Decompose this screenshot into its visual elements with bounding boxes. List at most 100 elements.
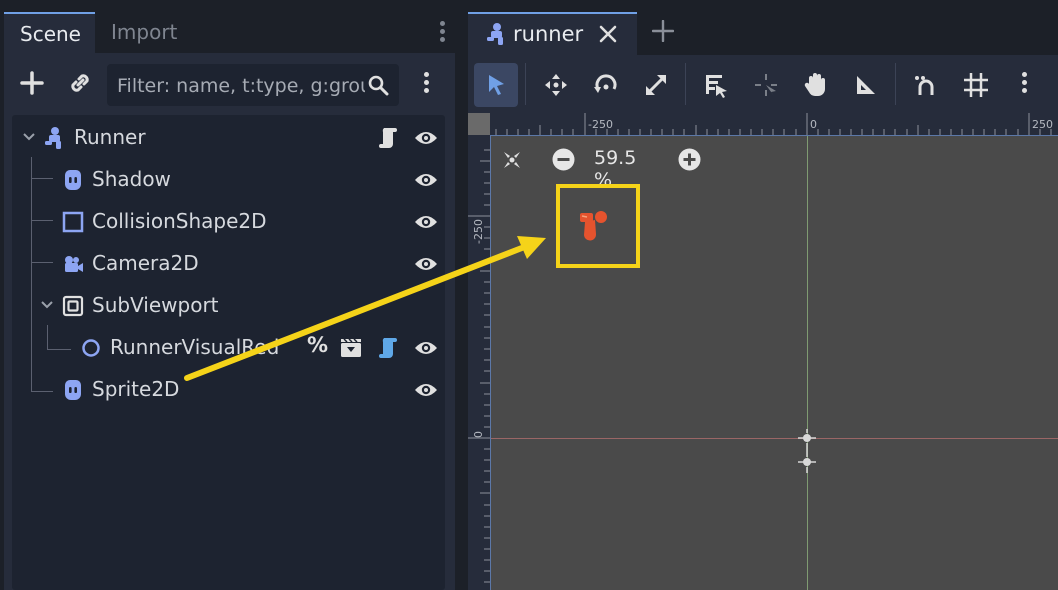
eye-icon[interactable] bbox=[414, 337, 438, 359]
chevron-down-icon[interactable] bbox=[22, 132, 36, 142]
move-tool-button[interactable] bbox=[534, 63, 578, 107]
ruler-ticks bbox=[468, 149, 490, 583]
ruler-tool-button[interactable] bbox=[844, 63, 888, 107]
eye-icon[interactable] bbox=[414, 211, 438, 233]
scale-tool-button[interactable] bbox=[634, 63, 678, 107]
scene-tree: Runner Shadow CollisionShape2D Camera2D … bbox=[12, 115, 445, 590]
toolbar-separator bbox=[895, 63, 896, 105]
ruler-corner bbox=[468, 113, 490, 135]
rotate-icon bbox=[594, 74, 617, 93]
character-body-icon bbox=[45, 127, 61, 149]
dock-tab-bar: Scene Import bbox=[0, 0, 462, 53]
canvas-viewport[interactable]: -250 0 250 -250 0 59.5 % bbox=[468, 113, 1058, 590]
new-scene-tab-button[interactable] bbox=[652, 20, 674, 42]
toolbar-separator bbox=[685, 63, 686, 105]
list-select-button[interactable] bbox=[694, 63, 738, 107]
list-select-icon bbox=[706, 75, 727, 98]
node-label: Sprite2D bbox=[92, 377, 180, 401]
smart-snap-button[interactable] bbox=[904, 63, 948, 107]
ruler-label: 250 bbox=[1032, 118, 1053, 131]
instance-child-scene-button[interactable] bbox=[64, 67, 96, 99]
eye-icon[interactable] bbox=[414, 127, 438, 149]
viewport-edge bbox=[490, 135, 491, 590]
zoom-in-icon[interactable] bbox=[678, 148, 701, 171]
plus-icon bbox=[20, 71, 44, 95]
character-body-icon bbox=[487, 23, 503, 45]
scene-menu-icon[interactable] bbox=[418, 69, 434, 101]
scene-panel: Runner Shadow bbox=[4, 53, 455, 590]
instance-icon[interactable] bbox=[339, 337, 363, 359]
eye-icon[interactable] bbox=[414, 253, 438, 275]
add-node-button[interactable] bbox=[16, 67, 48, 99]
eye-icon[interactable] bbox=[414, 169, 438, 191]
tree-row-camera2d[interactable]: Camera2D bbox=[12, 243, 445, 285]
sprite-icon bbox=[65, 380, 81, 400]
viewport-edge bbox=[490, 135, 1058, 136]
tab-scene[interactable]: Scene bbox=[4, 12, 95, 53]
tree-row-shadow[interactable]: Shadow bbox=[12, 159, 445, 201]
tab-import[interactable]: Import bbox=[95, 12, 193, 53]
highlight-box bbox=[556, 184, 640, 268]
ruler-left: -250 0 bbox=[468, 113, 490, 590]
tree-row-sprite2d[interactable]: Sprite2D bbox=[12, 369, 445, 411]
scale-icon bbox=[646, 75, 666, 95]
tree-row-runner[interactable]: Runner bbox=[12, 117, 445, 159]
toolbar-separator bbox=[525, 63, 526, 105]
center-view-icon[interactable] bbox=[500, 148, 524, 172]
sprite-icon bbox=[65, 170, 81, 190]
move-icon bbox=[545, 74, 567, 96]
collision-shape-icon bbox=[62, 211, 84, 233]
node-label: Camera2D bbox=[92, 251, 199, 275]
node3d-icon bbox=[82, 339, 100, 357]
select-tool-button[interactable] bbox=[474, 63, 518, 107]
origin-gizmo[interactable] bbox=[794, 429, 820, 473]
y-axis-line bbox=[807, 135, 808, 590]
grid-snap-button[interactable] bbox=[954, 63, 998, 107]
search-icon bbox=[368, 75, 389, 96]
close-icon[interactable] bbox=[598, 24, 618, 44]
hand-icon bbox=[804, 73, 825, 96]
ruler-label: -250 bbox=[588, 118, 613, 131]
scene-toolbar bbox=[4, 53, 455, 111]
tree-row-collisionshape2d[interactable]: CollisionShape2D bbox=[12, 201, 445, 243]
rotate-tool-button[interactable] bbox=[584, 63, 628, 107]
chevron-down-icon[interactable] bbox=[40, 300, 54, 310]
subviewport-icon bbox=[62, 295, 84, 317]
eye-icon[interactable] bbox=[414, 379, 438, 401]
magnet-icon bbox=[915, 76, 934, 95]
ruler-label: -250 bbox=[472, 219, 485, 244]
filter-field[interactable] bbox=[107, 64, 399, 108]
pivot-tool-button[interactable] bbox=[744, 63, 788, 107]
ruler-label: 0 bbox=[472, 431, 485, 438]
scene-dock: Scene Import Filter: name, t:type, g:gro… bbox=[0, 0, 462, 590]
editor-2d: runner -250 0 250 -250 0 59.5 % bbox=[468, 0, 1058, 590]
unique-name-icon[interactable]: % bbox=[304, 333, 332, 357]
tab-runner[interactable]: runner bbox=[468, 12, 637, 55]
ruler-ticks bbox=[495, 113, 1052, 135]
dock-menu-icon[interactable] bbox=[434, 18, 450, 50]
script-icon[interactable] bbox=[378, 126, 398, 150]
node-label: Runner bbox=[74, 125, 146, 149]
zoom-out-icon[interactable] bbox=[552, 148, 575, 171]
ruler-label: 0 bbox=[810, 118, 817, 131]
pan-tool-button[interactable] bbox=[794, 63, 838, 107]
pointer-icon bbox=[489, 75, 504, 95]
script-icon[interactable] bbox=[378, 336, 398, 360]
link-icon bbox=[71, 74, 89, 92]
tree-row-subviewport[interactable]: SubViewport bbox=[12, 285, 445, 327]
scene-tab-bar: runner bbox=[468, 0, 1058, 55]
tab-label: runner bbox=[513, 22, 584, 46]
grid-icon bbox=[964, 73, 988, 97]
canvas-toolbar bbox=[468, 55, 1058, 113]
filter-input[interactable] bbox=[115, 64, 367, 108]
tree-row-runnervisualred[interactable]: RunnerVisualRed % bbox=[12, 327, 445, 369]
node-label: RunnerVisualRed bbox=[110, 335, 280, 359]
ruler-icon bbox=[857, 76, 875, 94]
node-label: SubViewport bbox=[92, 293, 219, 317]
x-axis-line bbox=[490, 438, 1058, 439]
node-label: CollisionShape2D bbox=[92, 209, 267, 233]
camera-icon bbox=[65, 256, 83, 272]
toolbar-more-icon[interactable] bbox=[1016, 63, 1032, 107]
pivot-icon bbox=[755, 74, 777, 96]
node-label: Shadow bbox=[92, 167, 171, 191]
